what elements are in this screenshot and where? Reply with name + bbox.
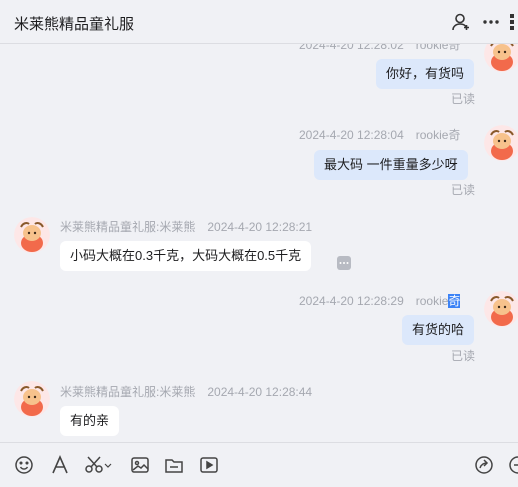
avatar[interactable] — [484, 44, 518, 72]
scissors-icon[interactable] — [84, 455, 112, 475]
more-options-icon[interactable] — [337, 256, 351, 270]
avatar[interactable] — [484, 125, 518, 161]
message-meta: 2024-4-20 12:28:02 rookie奇 — [299, 44, 460, 53]
message-time: 2024-4-20 12:28:04 — [299, 128, 404, 142]
file-icon[interactable] — [164, 455, 184, 475]
avatar[interactable] — [14, 217, 50, 253]
message-time: 2024-4-20 12:28:29 — [299, 294, 404, 308]
read-status: 已读 — [451, 349, 476, 363]
more-icon[interactable] — [481, 12, 501, 32]
page-title: 米莱熊精品童礼服 — [14, 16, 135, 33]
message-time: 2024-4-20 12:28:21 — [207, 220, 313, 234]
image-icon[interactable] — [130, 455, 150, 475]
read-status: 已读 — [451, 92, 476, 106]
sender-name: 米莱熊精品童礼服:米莱熊 — [60, 385, 196, 399]
emoji-icon[interactable] — [14, 455, 34, 475]
avatar[interactable] — [14, 381, 50, 417]
menu-icon[interactable] — [508, 12, 518, 32]
message-meta: 米莱熊精品童礼服:米莱熊 2024-4-20 12:28:44 — [60, 383, 312, 400]
sender-name: rookie奇 — [415, 44, 461, 52]
avatar[interactable] — [484, 291, 518, 327]
message-bubble[interactable]: 小码大概在0.3千克，大码大概在0.5千克 — [60, 241, 312, 271]
message-time: 2024-4-20 12:28:44 — [207, 385, 313, 399]
selected-text[interactable]: 奇 — [448, 294, 461, 308]
sender-name: rookie — [415, 294, 449, 308]
message-meta: 2024-4-20 12:28:04 rookie奇 — [299, 126, 460, 143]
message-bubble[interactable]: 有的亲 — [60, 406, 120, 436]
message-bubble[interactable]: 有货的哈 — [402, 315, 475, 345]
message-bubble[interactable]: 最大码 一件重量多少呀 — [314, 150, 468, 180]
sender-name: rookie奇 — [415, 128, 461, 142]
message-time: 2024-4-20 12:28:02 — [299, 44, 404, 52]
message-bubble[interactable]: 你好，有货吗 — [376, 59, 475, 89]
chat-header: 米莱熊精品童礼服 — [0, 0, 518, 44]
message-meta: 米莱熊精品童礼服:米莱熊 2024-4-20 12:28:21 — [60, 218, 312, 235]
input-toolbar — [0, 442, 518, 487]
font-icon[interactable] — [50, 455, 70, 475]
chat-icon[interactable] — [508, 455, 518, 475]
share-icon[interactable] — [474, 455, 494, 475]
sender-name: 米莱熊精品童礼服:米莱熊 — [60, 220, 196, 234]
video-icon[interactable] — [199, 455, 219, 475]
message-list[interactable]: 2024-4-20 12:28:02 rookie奇 你好，有货吗 已读 2024… — [0, 44, 518, 442]
read-status: 已读 — [451, 183, 476, 197]
message-meta: 2024-4-20 12:28:29 rookie奇 — [299, 292, 461, 309]
add-user-icon[interactable] — [451, 12, 471, 32]
